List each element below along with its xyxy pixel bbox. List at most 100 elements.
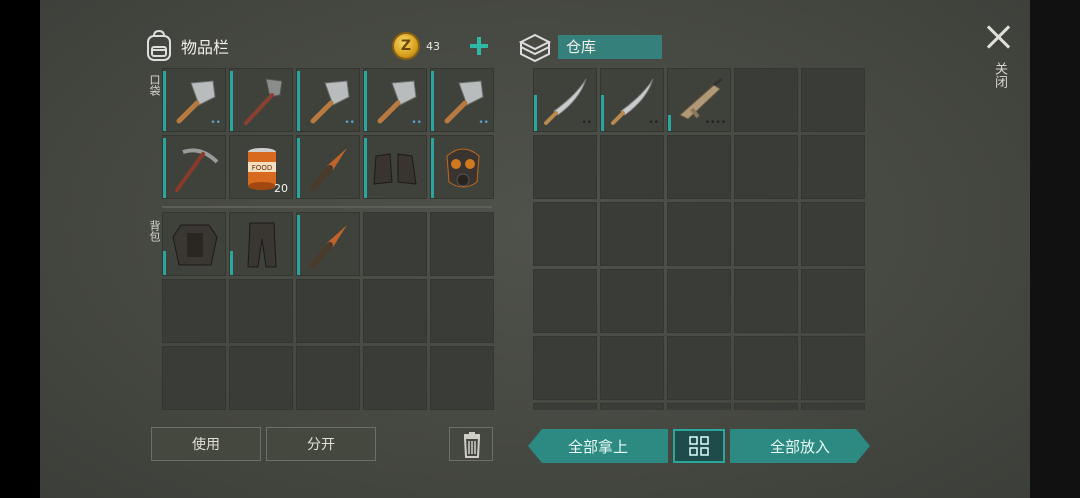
backpack-grid bbox=[162, 212, 494, 410]
durability-bar bbox=[364, 138, 367, 198]
warehouse-slot[interactable] bbox=[533, 135, 597, 199]
put-all-button[interactable]: 全部放入 bbox=[730, 429, 870, 463]
backpack-slot[interactable] bbox=[162, 212, 226, 276]
use-button[interactable]: 使用 bbox=[151, 427, 261, 461]
sort-button[interactable] bbox=[673, 429, 725, 463]
spiked-club-icon bbox=[310, 225, 347, 268]
pickaxe-icon bbox=[175, 148, 219, 192]
pocket-slot[interactable] bbox=[162, 135, 226, 199]
backpack-slot[interactable] bbox=[430, 212, 494, 276]
warehouse-slot[interactable] bbox=[801, 403, 865, 410]
backpack-slot[interactable] bbox=[229, 212, 293, 276]
storage-box-icon bbox=[518, 32, 552, 63]
backpack-slot[interactable] bbox=[296, 279, 360, 343]
durability-bar bbox=[230, 71, 233, 131]
warehouse-grid: •• •• •••• bbox=[533, 68, 865, 410]
backpack-slot[interactable] bbox=[229, 279, 293, 343]
screen-edge bbox=[1030, 0, 1080, 498]
take-all-button[interactable]: 全部拿上 bbox=[528, 429, 668, 463]
warehouse-header: 仓库 bbox=[518, 32, 662, 63]
warehouse-slot[interactable] bbox=[600, 202, 664, 266]
backpack-slot[interactable] bbox=[430, 346, 494, 410]
quality-dots: •• bbox=[411, 118, 422, 128]
trash-button[interactable] bbox=[449, 427, 493, 461]
backpack-slot[interactable] bbox=[430, 279, 494, 343]
quality-dots: •• bbox=[478, 118, 489, 128]
warehouse-slot[interactable] bbox=[600, 135, 664, 199]
warehouse-slot[interactable]: •••• bbox=[667, 68, 731, 132]
warehouse-slot[interactable] bbox=[600, 336, 664, 400]
split-button[interactable]: 分开 bbox=[266, 427, 376, 461]
backpack-slot[interactable] bbox=[162, 346, 226, 410]
warehouse-slot[interactable] bbox=[734, 68, 798, 132]
pocket-grid: •• •• •• •• FOOD 20 bbox=[162, 68, 494, 199]
quality-dots: •• bbox=[648, 118, 659, 128]
warehouse-slot[interactable] bbox=[801, 269, 865, 333]
warehouse-slot[interactable] bbox=[667, 135, 731, 199]
durability-bar bbox=[163, 71, 166, 131]
pocket-slot[interactable]: FOOD 20 bbox=[229, 135, 293, 199]
pocket-slot[interactable]: •• bbox=[162, 68, 226, 132]
warehouse-slot[interactable] bbox=[734, 269, 798, 333]
close-label[interactable]: 关闭 bbox=[990, 62, 1009, 88]
backpack-slot[interactable] bbox=[296, 212, 360, 276]
pocket-slot[interactable] bbox=[229, 68, 293, 132]
durability-bar bbox=[163, 251, 166, 275]
backpack-slot[interactable] bbox=[363, 346, 427, 410]
spiked-club-icon bbox=[310, 148, 347, 191]
warehouse-slot[interactable] bbox=[533, 202, 597, 266]
trash-icon bbox=[463, 432, 481, 458]
add-coins-button[interactable] bbox=[468, 35, 490, 57]
section-divider bbox=[162, 206, 492, 208]
pocket-slot[interactable]: •• bbox=[296, 68, 360, 132]
durability-bar bbox=[297, 215, 300, 275]
warehouse-slot[interactable] bbox=[801, 202, 865, 266]
warehouse-slot[interactable] bbox=[801, 68, 865, 132]
pocket-slot[interactable] bbox=[430, 135, 494, 199]
backpack-slot[interactable] bbox=[229, 346, 293, 410]
backpack-slot[interactable] bbox=[363, 279, 427, 343]
warehouse-slot[interactable] bbox=[600, 269, 664, 333]
quality-dots: •• bbox=[581, 118, 592, 128]
warehouse-slot[interactable] bbox=[667, 269, 731, 333]
coin-count: 43 bbox=[426, 39, 440, 53]
pocket-label: 口袋 bbox=[148, 74, 161, 96]
warehouse-slot[interactable] bbox=[667, 202, 731, 266]
close-icon[interactable] bbox=[986, 24, 1012, 50]
warehouse-slot[interactable] bbox=[734, 336, 798, 400]
warehouse-slot[interactable] bbox=[533, 403, 597, 410]
pocket-slot[interactable]: •• bbox=[430, 68, 494, 132]
pocket-slot[interactable]: •• bbox=[363, 68, 427, 132]
warehouse-title: 仓库 bbox=[558, 35, 662, 59]
warehouse-slot[interactable] bbox=[801, 336, 865, 400]
warehouse-slot[interactable]: •• bbox=[600, 68, 664, 132]
durability-bar bbox=[668, 115, 671, 131]
durability-bar bbox=[230, 251, 233, 275]
inventory-header: 物品栏 bbox=[145, 29, 230, 62]
backpack-slot[interactable] bbox=[363, 212, 427, 276]
warehouse-slot[interactable] bbox=[600, 403, 664, 410]
backpack-slot[interactable] bbox=[296, 346, 360, 410]
warehouse-slot[interactable] bbox=[801, 135, 865, 199]
backpack-slot[interactable] bbox=[162, 279, 226, 343]
durability-bar bbox=[297, 138, 300, 198]
warehouse-slot[interactable] bbox=[734, 135, 798, 199]
durability-bar bbox=[431, 138, 434, 198]
warehouse-slot[interactable] bbox=[734, 202, 798, 266]
pocket-slot[interactable] bbox=[363, 135, 427, 199]
durability-bar bbox=[601, 95, 604, 131]
durability-bar bbox=[163, 138, 166, 198]
armored-pants-icon bbox=[247, 222, 277, 268]
coin-icon: Z bbox=[392, 32, 420, 60]
warehouse-slot[interactable] bbox=[734, 403, 798, 410]
warehouse-slot[interactable] bbox=[667, 403, 731, 410]
inventory-title: 物品栏 bbox=[181, 38, 230, 57]
backpack-label: 背包 bbox=[148, 220, 161, 242]
warehouse-slot[interactable] bbox=[533, 336, 597, 400]
warehouse-slot[interactable]: •• bbox=[533, 68, 597, 132]
warehouse-slot[interactable] bbox=[667, 336, 731, 400]
quality-dots: •• bbox=[344, 118, 355, 128]
durability-bar bbox=[297, 71, 300, 131]
warehouse-slot[interactable] bbox=[533, 269, 597, 333]
pocket-slot[interactable] bbox=[296, 135, 360, 199]
